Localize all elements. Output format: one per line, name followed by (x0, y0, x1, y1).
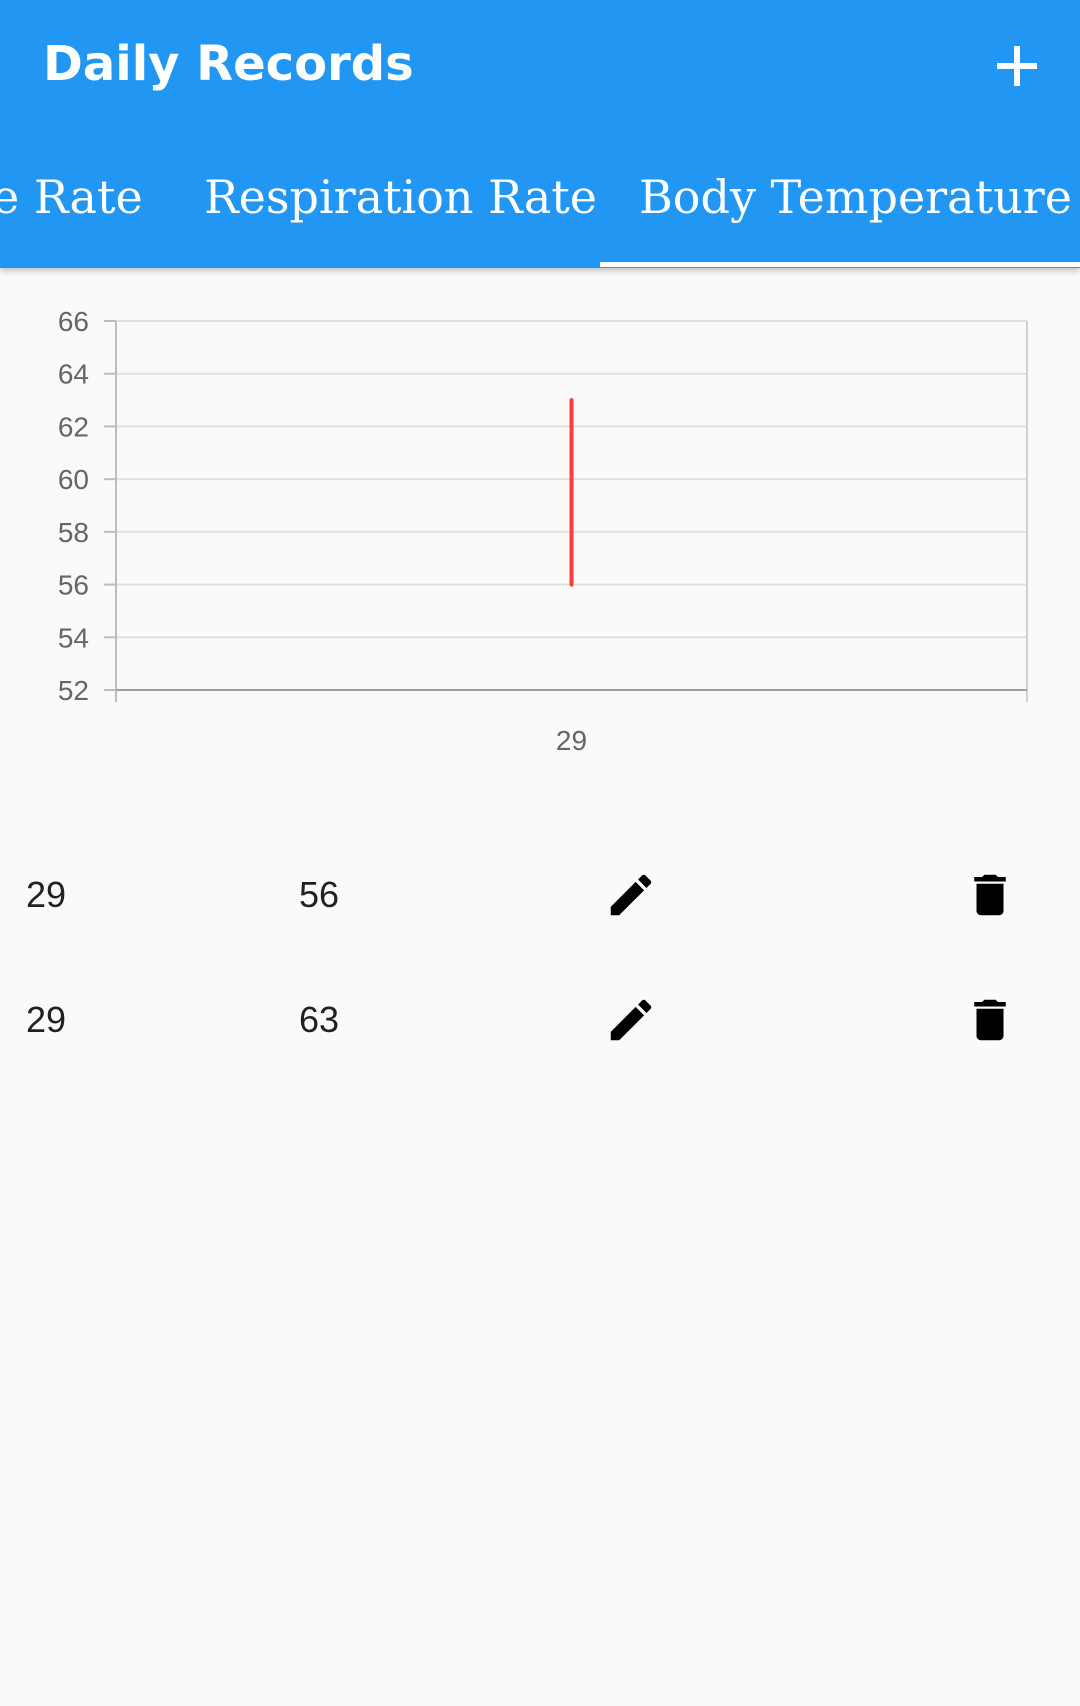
y-tick-label: 66 (58, 306, 89, 337)
delete-record-button[interactable] (963, 868, 1017, 922)
tab-body-temperature[interactable]: Body Temperature (639, 132, 1072, 268)
y-tick-label: 56 (58, 570, 89, 601)
tab-respiration-rate[interactable]: Respiration Rate (204, 132, 597, 268)
x-tick-label: 29 (556, 725, 587, 756)
x-axis-ticks: 29 (556, 725, 587, 756)
page-title: Daily Records (43, 36, 414, 92)
edit-icon (610, 874, 652, 916)
tab-bar: e Rate Respiration Rate Body Temperature (0, 132, 1080, 268)
y-axis-ticks: 52 54 56 58 60 62 64 66 (58, 306, 116, 706)
record-date: 29 (26, 999, 67, 1040)
delete-icon (974, 874, 1006, 916)
y-tick-label: 60 (58, 464, 89, 495)
records-list: 29 56 29 63 (0, 832, 1080, 1082)
edit-icon (610, 999, 652, 1041)
y-tick-label: 54 (58, 622, 89, 653)
y-tick-label: 62 (58, 411, 89, 442)
app-bar: Daily Records e Rate Respiration Rate Bo… (0, 0, 1080, 268)
record-value: 63 (299, 999, 340, 1040)
edit-record-button[interactable] (604, 993, 658, 1047)
record-row: 29 63 (0, 957, 1080, 1082)
add-record-button[interactable] (987, 36, 1047, 96)
record-row: 29 56 (0, 832, 1080, 957)
y-tick-label: 52 (58, 675, 89, 706)
record-value: 56 (299, 874, 340, 915)
body-temperature-chart: 52 54 56 58 60 62 64 66 29 (58, 306, 1028, 756)
selected-tab-indicator (600, 262, 1080, 267)
delete-icon (974, 999, 1006, 1041)
tab-pulse-rate[interactable]: e Rate (0, 132, 143, 268)
add-icon (997, 46, 1037, 86)
edit-record-button[interactable] (604, 868, 658, 922)
record-date: 29 (26, 874, 67, 915)
delete-record-button[interactable] (963, 993, 1017, 1047)
y-tick-label: 64 (58, 359, 89, 390)
y-tick-label: 58 (58, 517, 89, 548)
